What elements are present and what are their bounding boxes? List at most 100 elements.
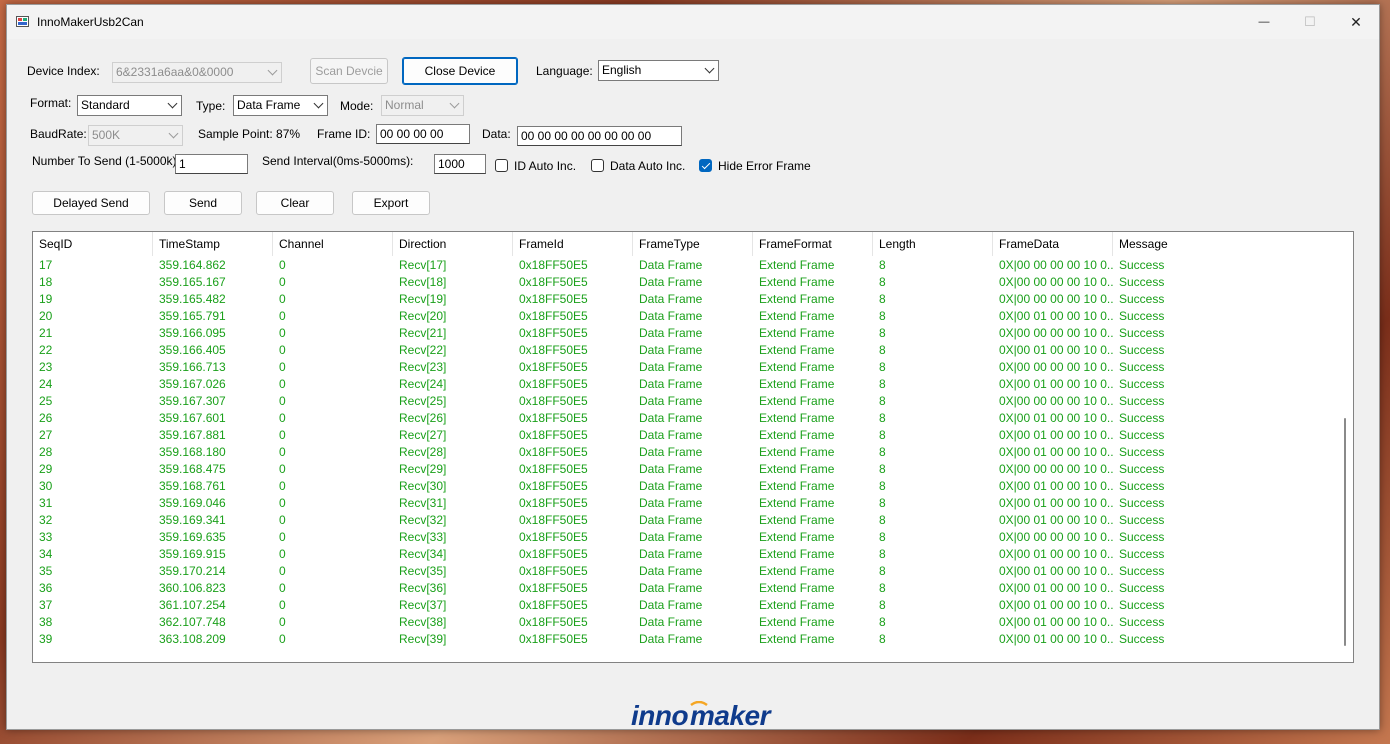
table-row[interactable]: 27 359.167.881 0 Recv[27] 0x18FF50E5 Data Fra…	[33, 427, 1313, 444]
table-row[interactable]: 21 359.166.095 0 Recv[21] 0x18FF50E5 Data Fra…	[33, 325, 1313, 342]
cell-frame-type: Data Frame	[639, 564, 703, 578]
cell-timestamp: 359.164.862	[159, 258, 226, 272]
cell-seq-id: 34	[39, 547, 53, 561]
cell-frame-data: 0X|00 01 00 00 10 0...	[999, 564, 1113, 578]
table-row[interactable]: 20 359.165.791 0 Recv[20] 0x18FF50E5 Data Fra…	[33, 308, 1313, 325]
title-bar[interactable]: InnoMakerUsb2Can — ☐ ✕	[7, 5, 1379, 39]
send-button[interactable]: Send	[164, 191, 242, 215]
data-input[interactable]: 00 00 00 00 00 00 00 00	[517, 126, 682, 146]
cell-frame-data: 0X|00 00 00 00 10 0...	[999, 292, 1113, 306]
cell-message: Success	[1119, 598, 1165, 612]
table-row[interactable]: 30 359.168.761 0 Recv[30] 0x18FF50E5 Data Fra…	[33, 478, 1313, 495]
send-interval-input[interactable]: 1000	[434, 154, 486, 174]
table-row[interactable]: 25 359.167.307 0 Recv[25] 0x18FF50E5 Data Fra…	[33, 393, 1313, 410]
cell-frame-id: 0x18FF50E5	[519, 513, 588, 527]
cell-direction: Recv[38]	[399, 615, 447, 629]
svg-text:inno: inno	[631, 701, 688, 731]
cell-frame-format: Extend Frame	[759, 615, 835, 629]
table-row[interactable]: 32 359.169.341 0 Recv[32] 0x18FF50E5 Data Fra…	[33, 512, 1313, 529]
frame-id-input[interactable]: 00 00 00 00	[376, 124, 470, 144]
cell-timestamp: 359.166.405	[159, 343, 226, 357]
cell-frame-format: Extend Frame	[759, 326, 835, 340]
column-header-frame-data[interactable]: FrameData	[993, 232, 1113, 256]
cell-timestamp: 362.107.748	[159, 615, 226, 629]
column-header-seq-id[interactable]: SeqID	[33, 232, 153, 256]
cell-channel: 0	[279, 428, 286, 442]
clear-button[interactable]: Clear	[256, 191, 334, 215]
cell-seq-id: 24	[39, 377, 53, 391]
table-row[interactable]: 22 359.166.405 0 Recv[22] 0x18FF50E5 Data Fra…	[33, 342, 1313, 359]
number-to-send-label: Number To Send (1-5000k):	[32, 154, 180, 168]
cell-frame-data: 0X|00 00 00 00 10 0...	[999, 258, 1113, 272]
table-row[interactable]: 17 359.164.862 0 Recv[17] 0x18FF50E5 Data Fra…	[33, 257, 1313, 274]
cell-frame-id: 0x18FF50E5	[519, 360, 588, 374]
scrollbar-thumb[interactable]	[1344, 418, 1346, 646]
table-row[interactable]: 37 361.107.254 0 Recv[37] 0x18FF50E5 Data Fra…	[33, 597, 1313, 614]
format-select[interactable]: Standard	[77, 95, 182, 116]
cell-frame-data: 0X|00 00 00 00 10 0...	[999, 326, 1113, 340]
cell-direction: Recv[20]	[399, 309, 447, 323]
table-row[interactable]: 26 359.167.601 0 Recv[26] 0x18FF50E5 Data Fra…	[33, 410, 1313, 427]
delayed-send-button[interactable]: Delayed Send	[32, 191, 150, 215]
table-row[interactable]: 33 359.169.635 0 Recv[33] 0x18FF50E5 Data Fra…	[33, 529, 1313, 546]
minimize-button[interactable]: —	[1241, 5, 1287, 39]
close-window-button[interactable]: ✕	[1333, 5, 1379, 39]
hide-error-frame-checkbox[interactable]	[699, 159, 712, 172]
cell-channel: 0	[279, 309, 286, 323]
table-row[interactable]: 24 359.167.026 0 Recv[24] 0x18FF50E5 Data Fra…	[33, 376, 1313, 393]
table-row[interactable]: 39 363.108.209 0 Recv[39] 0x18FF50E5 Data Fra…	[33, 631, 1313, 648]
column-header-length[interactable]: Length	[873, 232, 993, 256]
data-auto-inc-checkbox[interactable]	[591, 159, 604, 172]
cell-timestamp: 359.169.341	[159, 513, 226, 527]
cell-length: 8	[879, 598, 886, 612]
column-header-frame-format[interactable]: FrameFormat	[753, 232, 873, 256]
vertical-scrollbar[interactable]	[1336, 232, 1353, 662]
cell-frame-data: 0X|00 00 00 00 10 0...	[999, 360, 1113, 374]
close-device-button[interactable]: Close Device	[402, 57, 518, 85]
cell-length: 8	[879, 275, 886, 289]
language-select[interactable]: English	[598, 60, 719, 81]
cell-direction: Recv[32]	[399, 513, 447, 527]
cell-frame-type: Data Frame	[639, 258, 703, 272]
cell-frame-format: Extend Frame	[759, 445, 835, 459]
cell-frame-id: 0x18FF50E5	[519, 632, 588, 646]
cell-message: Success	[1119, 581, 1165, 595]
cell-frame-type: Data Frame	[639, 632, 703, 646]
cell-seq-id: 26	[39, 411, 53, 425]
table-row[interactable]: 18 359.165.167 0 Recv[18] 0x18FF50E5 Data Fra…	[33, 274, 1313, 291]
number-to-send-input[interactable]: 1	[175, 154, 248, 174]
table-row[interactable]: 23 359.166.713 0 Recv[23] 0x18FF50E5 Data Fra…	[33, 359, 1313, 376]
cell-seq-id: 32	[39, 513, 53, 527]
cell-frame-id: 0x18FF50E5	[519, 377, 588, 391]
table-row[interactable]: 31 359.169.046 0 Recv[31] 0x18FF50E5 Data Fra…	[33, 495, 1313, 512]
format-value: Standard	[81, 98, 130, 112]
column-header-timestamp[interactable]: TimeStamp	[153, 232, 273, 256]
column-header-frame-id[interactable]: FrameId	[513, 232, 633, 256]
table-row[interactable]: 29 359.168.475 0 Recv[29] 0x18FF50E5 Data Fra…	[33, 461, 1313, 478]
cell-message: Success	[1119, 428, 1165, 442]
cell-frame-type: Data Frame	[639, 547, 703, 561]
close-icon: ✕	[1350, 13, 1362, 30]
cell-message: Success	[1119, 275, 1165, 289]
chevron-down-icon	[449, 98, 460, 109]
cell-channel: 0	[279, 479, 286, 493]
id-auto-inc-checkbox[interactable]	[495, 159, 508, 172]
column-header-direction[interactable]: Direction	[393, 232, 513, 256]
column-header-message[interactable]: Message	[1113, 232, 1313, 256]
cell-frame-type: Data Frame	[639, 309, 703, 323]
cell-channel: 0	[279, 411, 286, 425]
type-select[interactable]: Data Frame	[233, 95, 328, 116]
table-row[interactable]: 35 359.170.214 0 Recv[35] 0x18FF50E5 Data Fra…	[33, 563, 1313, 580]
table-row[interactable]: 28 359.168.180 0 Recv[28] 0x18FF50E5 Data Fra…	[33, 444, 1313, 461]
column-header-frame-type[interactable]: FrameType	[633, 232, 753, 256]
message-list[interactable]: SeqID TimeStamp Channel Direction FrameId Fra…	[32, 231, 1354, 663]
table-row[interactable]: 34 359.169.915 0 Recv[34] 0x18FF50E5 Data Fra…	[33, 546, 1313, 563]
type-value: Data Frame	[237, 98, 301, 112]
device-index-value: 6&2331a6aa&0&0000	[116, 65, 234, 79]
table-row[interactable]: 36 360.106.823 0 Recv[36] 0x18FF50E5 Data Fra…	[33, 580, 1313, 597]
table-row[interactable]: 38 362.107.748 0 Recv[38] 0x18FF50E5 Data Fra…	[33, 614, 1313, 631]
export-button[interactable]: Export	[352, 191, 430, 215]
table-row[interactable]: 19 359.165.482 0 Recv[19] 0x18FF50E5 Data Fra…	[33, 291, 1313, 308]
column-header-channel[interactable]: Channel	[273, 232, 393, 256]
cell-direction: Recv[39]	[399, 632, 447, 646]
